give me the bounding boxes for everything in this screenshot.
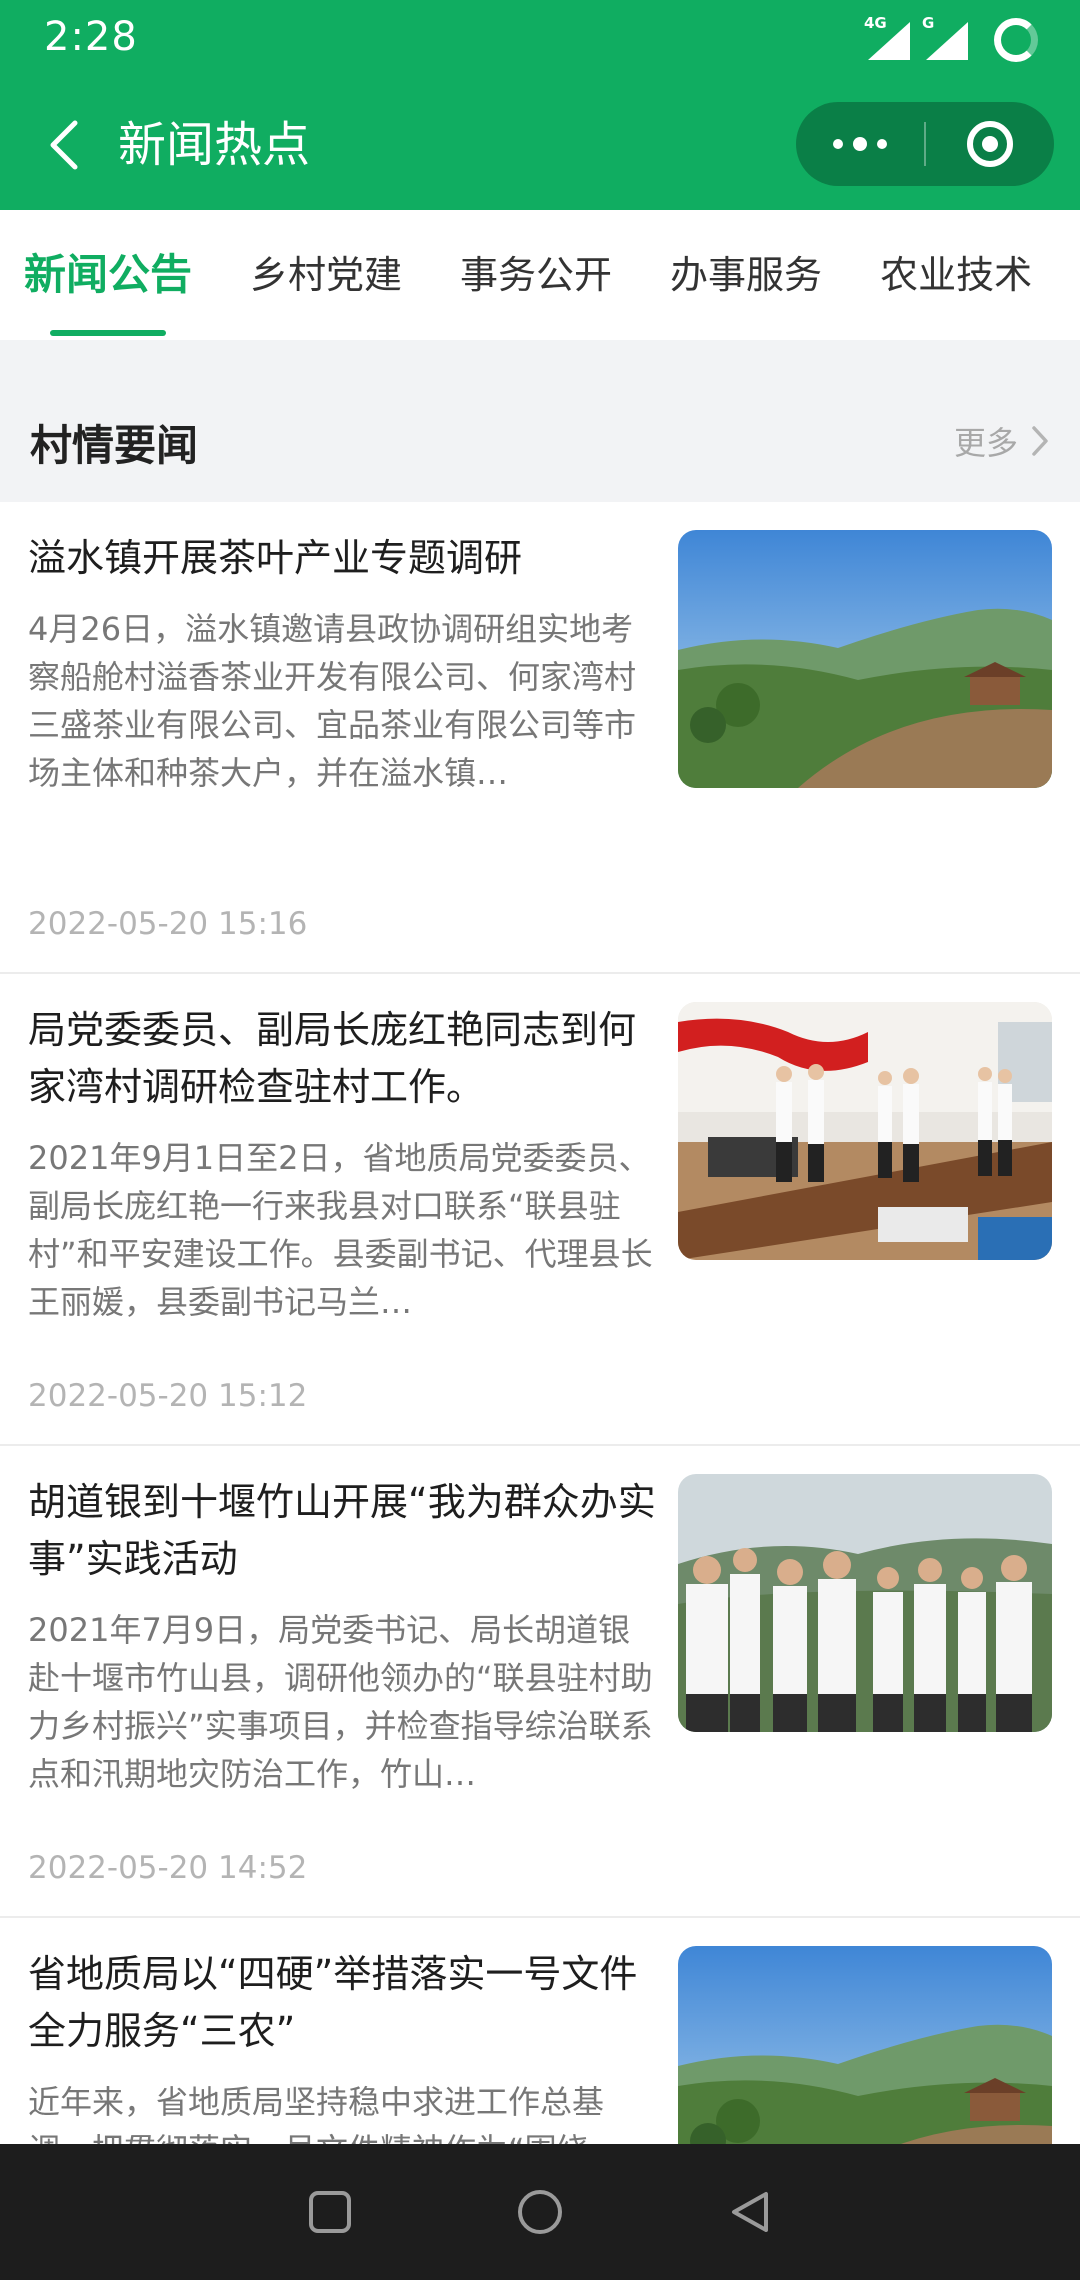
more-dots-icon (833, 139, 843, 149)
home-icon (518, 2190, 562, 2234)
more-dot (853, 137, 867, 151)
loading-ring-icon (994, 18, 1038, 62)
chevron-right-icon (1032, 426, 1048, 456)
news-summary: 4月26日，溢水镇邀请县政协调研组实地考察船舱村溢香茶业开发有限公司、何家湾村三… (28, 610, 637, 792)
meeting-room-photo-icon (678, 1002, 1052, 1260)
news-summary: 2021年7月9日，局党委书记、局长胡道银赴十堰市竹山县，调研他领办的“联县驻村… (28, 1611, 653, 1793)
news-date: 2022-05-20 15:16 (28, 906, 308, 942)
tab-services[interactable]: 办事服务 (670, 210, 822, 340)
section-header: 村情要闻 更多 (0, 340, 1080, 502)
section-title: 村情要闻 (30, 421, 199, 470)
status-icons: 4G G (864, 14, 1038, 64)
news-title: 局党委委员、副局长庞红艳同志到何家湾村调研检查驻村工作。 (28, 1008, 637, 1109)
news-title: 溢水镇开展茶叶产业专题调研 (28, 536, 523, 580)
signal-4g-icon: 4G (864, 14, 912, 62)
news-title: 胡道银到十堰竹山开展“我为群众办实事”实践活动 (28, 1480, 656, 1581)
news-summary: 2021年9月1日至2日，省地质局党委委员、副局长庞红艳一行来我县对口联系“联县… (28, 1139, 653, 1321)
status-time: 2:28 (44, 14, 138, 60)
header: 新闻热点 (0, 90, 1080, 200)
more-label: 更多 (953, 424, 1018, 462)
chevron-left-icon (50, 120, 78, 170)
more-link[interactable]: 更多 (954, 418, 1050, 464)
back-triangle-icon (732, 2192, 768, 2232)
status-bar: 2:28 4G G (0, 0, 1080, 80)
signal-g-icon: G (922, 14, 970, 62)
news-list: 溢水镇开展茶叶产业专题调研 4月26日，溢水镇邀请县政协调研组实地考察船舱村溢香… (0, 502, 1080, 2280)
close-button[interactable] (926, 102, 1054, 186)
back-nav-button[interactable] (720, 2182, 780, 2242)
back-button[interactable] (34, 110, 94, 180)
news-thumbnail (678, 1002, 1052, 1260)
home-button[interactable] (510, 2182, 570, 2242)
category-tabs: 新闻公告 乡村党建 事务公开 办事服务 农业技术 (0, 210, 1080, 340)
top-bar: 2:28 4G G 新闻热点 (0, 0, 1080, 210)
news-date: 2022-05-20 14:52 (28, 1850, 308, 1886)
tab-affairs-disclosure[interactable]: 事务公开 (460, 210, 612, 340)
news-item[interactable]: 局党委委员、副局长庞红艳同志到何家湾村调研检查驻村工作。 2021年9月1日至2… (0, 974, 1080, 1446)
news-item[interactable]: 溢水镇开展茶叶产业专题调研 4月26日，溢水镇邀请县政协调研组实地考察船舱村溢香… (0, 502, 1080, 974)
news-text: 溢水镇开展茶叶产业专题调研 4月26日，溢水镇邀请县政协调研组实地考察船舱村溢香… (28, 530, 656, 797)
recent-apps-icon (309, 2191, 351, 2233)
system-nav-bar (0, 2144, 1080, 2280)
more-dot (877, 139, 887, 149)
page-title: 新闻热点 (118, 117, 311, 173)
recent-apps-button[interactable] (300, 2182, 360, 2242)
more-button[interactable] (796, 102, 924, 186)
tab-news-notices[interactable]: 新闻公告 (24, 210, 192, 340)
app-screen: 2:28 4G G 新闻热点 新闻公告 乡村党建 事务公开 办事服务 农业技术 … (0, 0, 1080, 2280)
news-title: 省地质局以“四硬”举措落实一号文件全力服务“三农” (28, 1952, 638, 2053)
news-text: 胡道银到十堰竹山开展“我为群众办实事”实践活动 2021年7月9日，局党委书记、… (28, 1474, 656, 1798)
news-item[interactable]: 胡道银到十堰竹山开展“我为群众办实事”实践活动 2021年7月9日，局党委书记、… (0, 1446, 1080, 1918)
target-circle-icon (967, 121, 1013, 167)
tab-rural-party-building[interactable]: 乡村党建 (250, 210, 402, 340)
mini-program-capsule (796, 102, 1054, 186)
news-text: 局党委委员、副局长庞红艳同志到何家湾村调研检查驻村工作。 2021年9月1日至2… (28, 1002, 656, 1326)
group-outdoor-photo-icon (678, 1474, 1052, 1732)
news-thumbnail (678, 530, 1052, 788)
news-thumbnail (678, 1474, 1052, 1732)
news-date: 2022-05-20 15:12 (28, 1378, 308, 1414)
landscape-photo-icon (678, 530, 1052, 788)
tab-agri-tech[interactable]: 农业技术 (880, 210, 1032, 340)
